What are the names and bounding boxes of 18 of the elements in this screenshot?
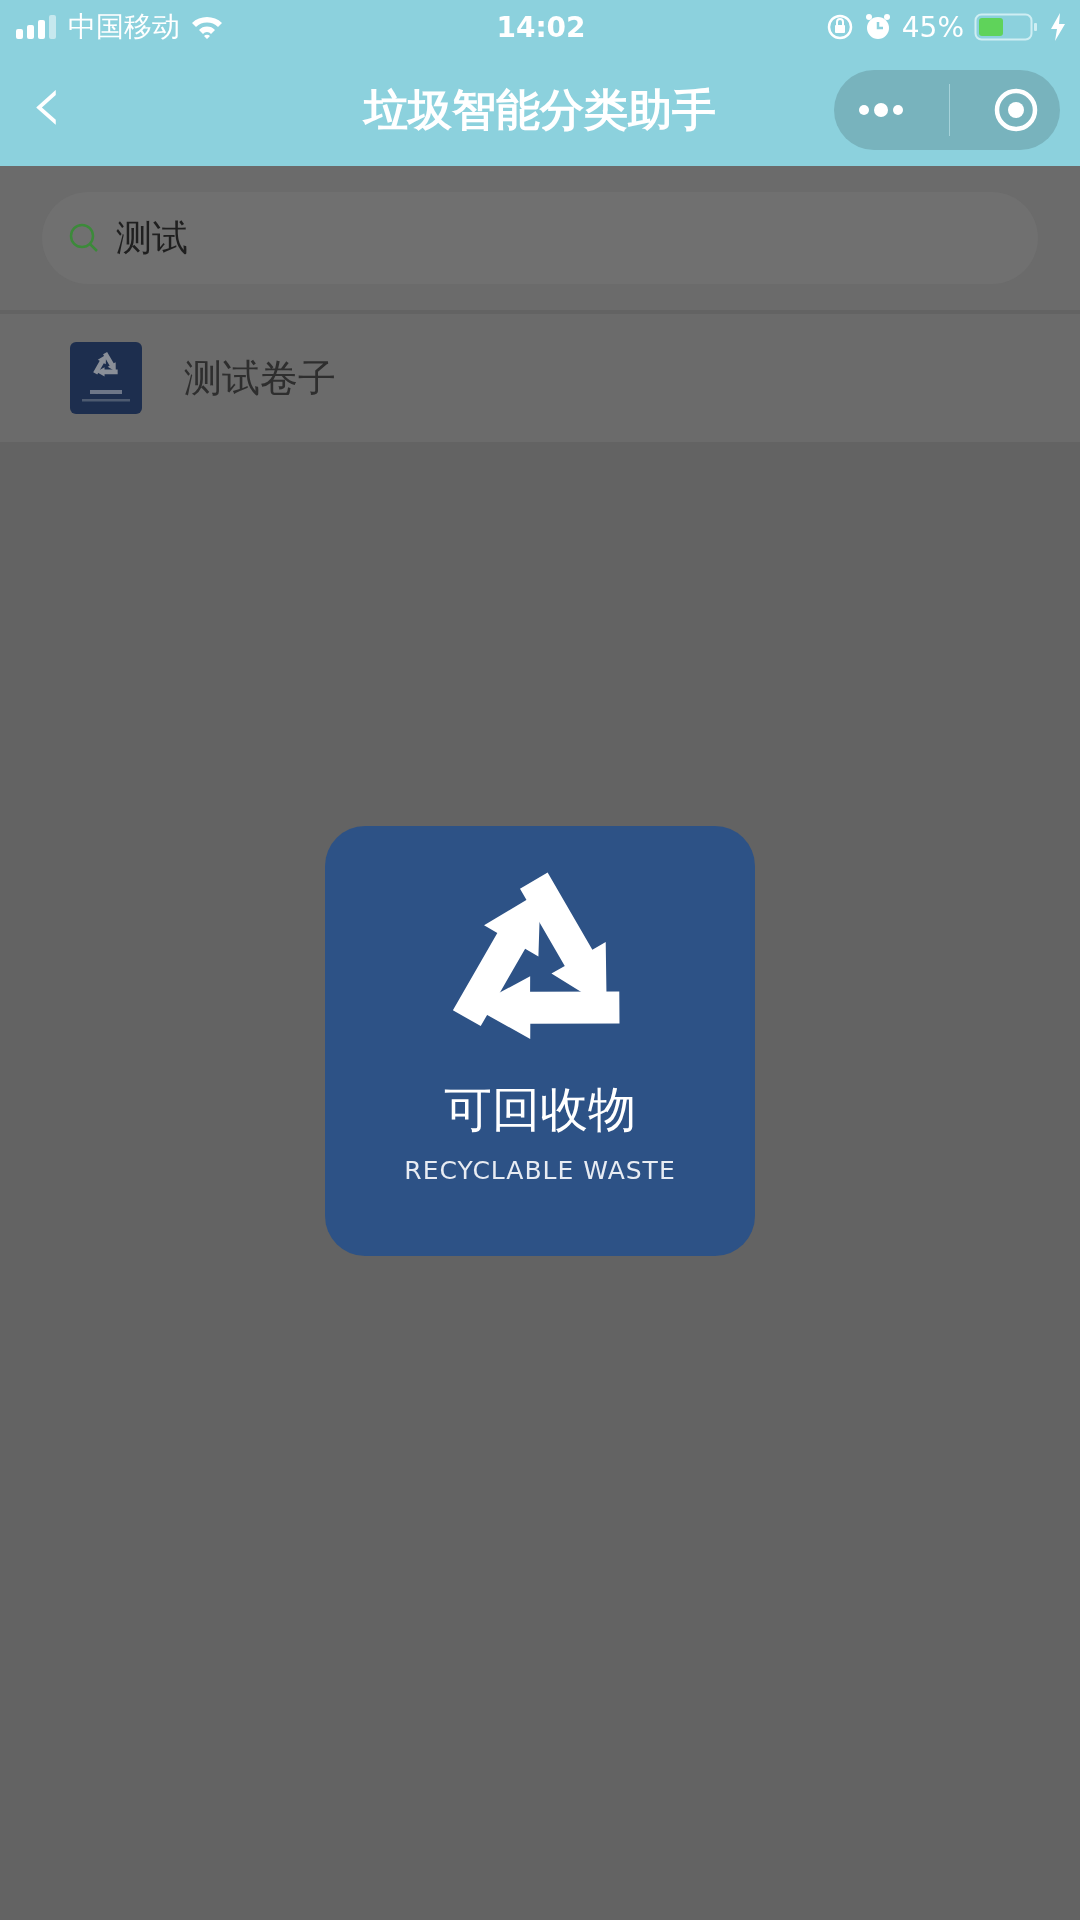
wifi-icon bbox=[190, 14, 224, 40]
close-icon[interactable] bbox=[992, 87, 1039, 133]
category-english-name: RECYCLABLE WASTE bbox=[404, 1156, 676, 1185]
result-item[interactable]: 测试卷子 bbox=[0, 314, 1080, 442]
rotation-lock-icon bbox=[825, 13, 854, 41]
signal-icon bbox=[16, 15, 58, 39]
carrier-name: 中国移动 bbox=[68, 9, 180, 45]
battery-icon bbox=[974, 13, 1040, 41]
battery-percent: 45% bbox=[901, 10, 964, 44]
search-field[interactable]: 测试 bbox=[42, 192, 1038, 284]
recycling-sign-icon bbox=[70, 342, 142, 414]
alarm-icon bbox=[863, 13, 892, 41]
clock-time: 14:02 bbox=[496, 10, 586, 44]
back-button[interactable]: ‹ bbox=[20, 61, 74, 159]
search-icon bbox=[68, 222, 100, 254]
charging-bolt-icon bbox=[1050, 13, 1066, 41]
page-title: 垃圾智能分类助手 bbox=[364, 82, 716, 137]
category-name: 可回收物 bbox=[444, 1080, 636, 1139]
